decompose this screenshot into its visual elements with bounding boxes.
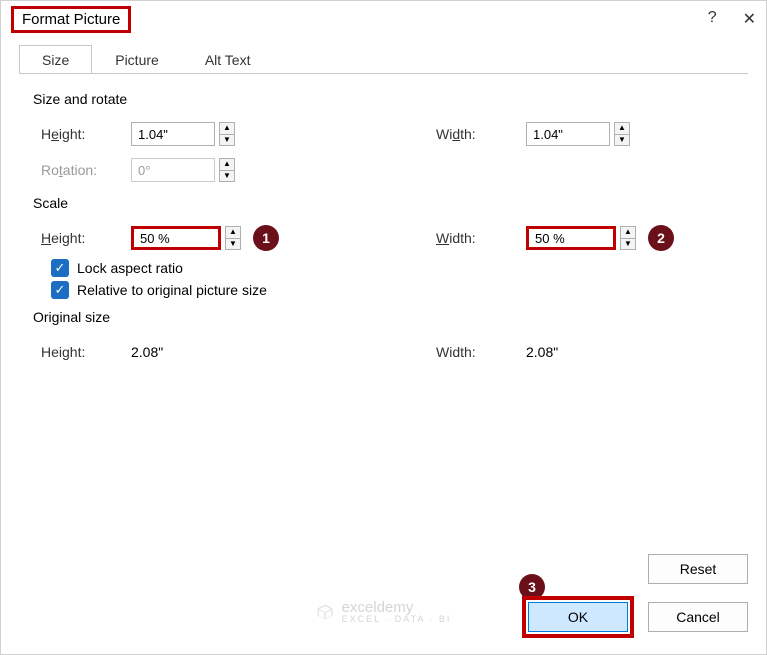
tab-alt-text[interactable]: Alt Text (182, 45, 274, 74)
tabs: Size Picture Alt Text (19, 45, 766, 74)
width-spinner[interactable]: ▲ ▼ (614, 122, 630, 146)
cancel-button[interactable]: Cancel (648, 602, 748, 632)
section-size-rotate: Size and rotate (33, 91, 736, 107)
cube-icon (316, 603, 334, 621)
orig-width-value: 2.08" (526, 344, 558, 360)
rotation-input (131, 158, 215, 182)
rotation-label: Rotation: (41, 162, 131, 178)
spinner-down-icon[interactable]: ▼ (226, 238, 240, 250)
callout-badge-1: 1 (253, 225, 279, 251)
spinner-down-icon[interactable]: ▼ (621, 238, 635, 250)
spinner-up-icon[interactable]: ▲ (615, 123, 629, 134)
ok-highlight: OK (522, 596, 634, 638)
scale-height-input[interactable] (131, 226, 221, 250)
spinner-down-icon: ▼ (220, 170, 234, 182)
ok-button[interactable]: OK (528, 602, 628, 632)
close-icon[interactable]: ✕ (743, 9, 756, 29)
orig-width-label: Width: (436, 344, 526, 360)
callout-badge-2: 2 (648, 225, 674, 251)
spinner-up-icon[interactable]: ▲ (226, 227, 240, 238)
help-icon[interactable]: ? (708, 9, 717, 29)
watermark: exceldemy EXCEL · DATA · BI (316, 599, 452, 624)
width-label: Width: (436, 126, 526, 142)
relative-size-checkbox[interactable]: ✓ (51, 281, 69, 299)
scale-height-spinner[interactable]: ▲ ▼ (225, 226, 241, 250)
height-input[interactable] (131, 122, 215, 146)
spinner-up-icon[interactable]: ▲ (220, 123, 234, 134)
height-spinner[interactable]: ▲ ▼ (219, 122, 235, 146)
height-label: Height: (41, 126, 131, 142)
orig-height-label: Height: (41, 344, 131, 360)
rotation-spinner: ▲ ▼ (219, 158, 235, 182)
dialog-title: Format Picture (11, 6, 131, 33)
spinner-up-icon: ▲ (220, 159, 234, 170)
spinner-down-icon[interactable]: ▼ (615, 134, 629, 146)
titlebar: Format Picture ? ✕ (1, 1, 766, 37)
size-pane: Size and rotate Height: ▲ ▼ Width: ▲ ▼ (1, 75, 766, 367)
tab-separator (19, 73, 748, 74)
scale-width-label: Width: (436, 230, 526, 246)
relative-size-label: Relative to original picture size (77, 282, 267, 298)
tab-picture[interactable]: Picture (92, 45, 182, 74)
scale-width-spinner[interactable]: ▲ ▼ (620, 226, 636, 250)
reset-button[interactable]: Reset (648, 554, 748, 584)
format-picture-dialog: Format Picture ? ✕ Size Picture Alt Text… (0, 0, 767, 655)
spinner-down-icon[interactable]: ▼ (220, 134, 234, 146)
scale-width-input[interactable] (526, 226, 616, 250)
scale-height-label: Height: (41, 230, 131, 246)
width-input[interactable] (526, 122, 610, 146)
tab-size[interactable]: Size (19, 45, 92, 74)
section-scale: Scale (33, 195, 736, 211)
lock-aspect-checkbox[interactable]: ✓ (51, 259, 69, 277)
spinner-up-icon[interactable]: ▲ (621, 227, 635, 238)
orig-height-value: 2.08" (131, 344, 163, 360)
lock-aspect-label: Lock aspect ratio (77, 260, 183, 276)
section-original: Original size (33, 309, 736, 325)
